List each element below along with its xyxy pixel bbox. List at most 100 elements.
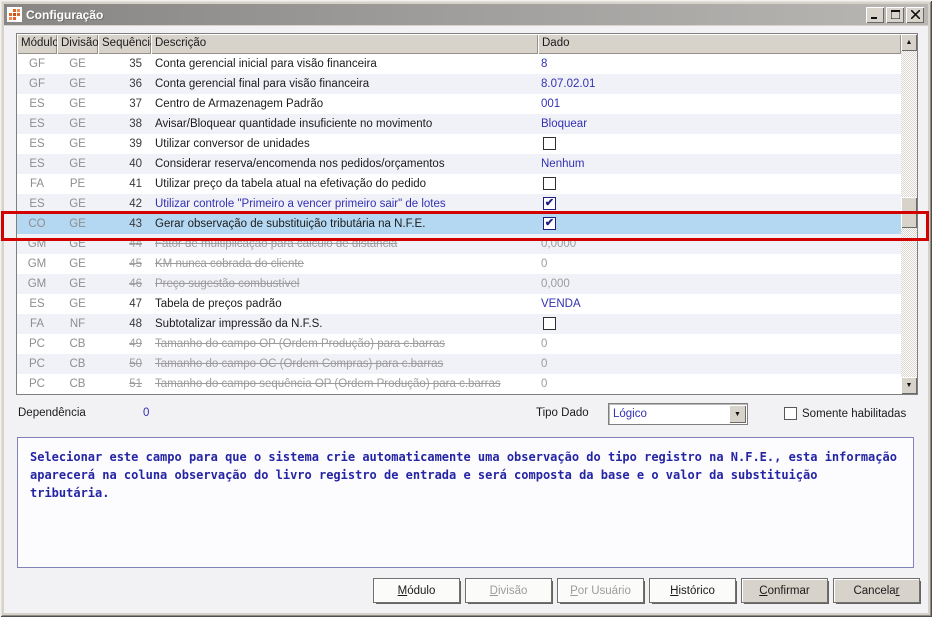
cell-divisao: PE xyxy=(69,178,86,190)
modulo-button[interactable]: Módulo xyxy=(373,578,460,603)
minimize-icon[interactable] xyxy=(866,6,884,23)
cell-dado: 0,000 xyxy=(541,278,570,290)
somente-habilitadas-checkbox[interactable] xyxy=(784,407,797,420)
table-row-44[interactable]: GM GE 44 Fator de multiplicação para cálcul… xyxy=(17,234,901,254)
info-text: Selecionar este campo para que o sistema… xyxy=(30,450,897,500)
cell-divisao: CB xyxy=(69,378,86,390)
cell-dado: Nenhum xyxy=(541,158,585,170)
tipo-dado-value: Lógico xyxy=(613,408,647,420)
cell-modulo: CO xyxy=(28,218,46,230)
table-row-41[interactable]: FA PE 41 Utilizar preço da tabela atual na … xyxy=(17,174,901,194)
dependencia-value: 0 xyxy=(143,407,150,419)
scroll-up-icon[interactable]: ▲ xyxy=(901,34,917,51)
somente-habilitadas-label: Somente habilitadas xyxy=(802,408,907,420)
cell-divisao: GE xyxy=(69,298,86,310)
cell-sequencia: 38 xyxy=(129,118,142,130)
table-row-35[interactable]: GF GE 35 Conta gerencial inicial para visão… xyxy=(17,54,901,74)
cell-sequencia: 36 xyxy=(129,78,142,90)
column-header-sequencia[interactable]: Sequência xyxy=(98,34,151,54)
titlebar-buttons xyxy=(866,6,924,23)
cell-descricao: Conta gerencial inicial para visão finan… xyxy=(155,58,377,70)
historico-button[interactable]: Histórico xyxy=(649,578,736,603)
table-row-38[interactable]: ES GE 38 Avisar/Bloquear quantidade insufic… xyxy=(17,114,901,134)
maximize-icon[interactable] xyxy=(886,6,904,23)
cancelar-button[interactable]: Cancela r xyxy=(833,578,920,603)
window-title: Configuração xyxy=(26,7,104,22)
por-usuario-button[interactable]: Por Usuário xyxy=(557,578,644,603)
scroll-down-icon[interactable]: ▼ xyxy=(901,377,917,394)
cell-sequencia: 48 xyxy=(129,318,142,330)
column-header-divisao[interactable]: Divisão xyxy=(57,34,98,54)
unchecked-checkbox[interactable] xyxy=(543,317,556,330)
cell-sequencia: 45 xyxy=(129,258,142,270)
configuracao-window: Configuração Módulo Divisão Sequência Descr… xyxy=(0,0,932,617)
cell-descricao: Utilizar preço da tabela atual na efetiv… xyxy=(155,178,427,190)
cell-divisao: GE xyxy=(69,58,86,70)
cell-dado xyxy=(538,174,901,194)
table-row-42[interactable]: ES GE 42 Utilizar controle "Primeiro a venc… xyxy=(17,194,901,214)
column-header-dado[interactable]: Dado xyxy=(538,34,901,54)
vertical-scrollbar[interactable]: ▲ ▼ xyxy=(901,34,917,394)
checked-checkbox[interactable]: ✔ xyxy=(543,217,556,230)
cell-descricao: Conta gerencial final para visão finance… xyxy=(155,78,370,90)
cell-modulo: FA xyxy=(29,178,45,190)
cell-sequencia: 39 xyxy=(129,138,142,150)
table-row-37[interactable]: ES GE 37 Centro de Armazenagem Padrão 001 xyxy=(17,94,901,114)
column-header-modulo[interactable]: Módulo xyxy=(17,34,57,54)
column-header-descricao[interactable]: Descrição xyxy=(151,34,538,54)
cell-dado: ✔ xyxy=(538,214,901,234)
chevron-down-icon[interactable]: ▼ xyxy=(729,405,746,423)
cell-divisao: GE xyxy=(69,218,86,230)
cell-sequencia: 42 xyxy=(129,198,142,210)
cell-modulo: GF xyxy=(29,78,45,90)
scrollbar-thumb[interactable] xyxy=(901,197,917,228)
tipo-dado-label: Tipo Dado xyxy=(536,407,589,419)
cell-dado: 0 xyxy=(541,378,548,390)
table-row-51[interactable]: PC CB 51 Tamanho do campo sequência OP (Ord… xyxy=(17,374,901,394)
cell-sequencia: 44 xyxy=(129,238,142,250)
table-row-40[interactable]: ES GE 40 Considerar reserva/encomenda nos p… xyxy=(17,154,901,174)
cell-divisao: GE xyxy=(69,238,86,250)
cell-modulo: ES xyxy=(29,138,45,150)
table-row-46[interactable]: GM GE 46 Preço sugestão combustível 0,000 xyxy=(17,274,901,294)
divisao-button[interactable]: Divisão xyxy=(465,578,552,603)
table-row-50[interactable]: PC CB 50 Tamanho do campo OC (Ordem Compras… xyxy=(17,354,901,374)
cell-descricao: Considerar reserva/encomenda nos pedidos… xyxy=(155,158,445,170)
checked-checkbox[interactable]: ✔ xyxy=(543,197,556,210)
unchecked-checkbox[interactable] xyxy=(543,137,556,150)
dependencia-label: Dependência xyxy=(18,407,86,419)
close-icon[interactable] xyxy=(906,6,924,23)
cell-divisao: GE xyxy=(69,138,86,150)
cell-dado: ✔ xyxy=(538,194,901,214)
unchecked-checkbox[interactable] xyxy=(543,177,556,190)
cell-modulo: GM xyxy=(27,238,47,250)
tipo-dado-select[interactable]: Lógico ▼ xyxy=(608,403,748,425)
cell-modulo: ES xyxy=(29,98,45,110)
table-row-49[interactable]: PC CB 49 Tamanho do campo OP (Ordem Produçã… xyxy=(17,334,901,354)
cell-sequencia: 47 xyxy=(129,298,142,310)
cell-modulo: FA xyxy=(29,318,45,330)
cell-divisao: CB xyxy=(69,358,86,370)
cell-modulo: ES xyxy=(29,298,45,310)
client-area: Módulo Divisão Sequência Descrição Dado GF GE… xyxy=(4,26,928,613)
cell-modulo: GM xyxy=(27,278,47,290)
cell-sequencia: 40 xyxy=(129,158,142,170)
confirmar-button[interactable]: Confirmar xyxy=(741,578,828,603)
table-row-47[interactable]: ES GE 47 Tabela de preços padrão VENDA xyxy=(17,294,901,314)
cell-divisao: GE xyxy=(69,78,86,90)
cell-sequencia: 46 xyxy=(129,278,142,290)
cell-descricao: Fator de multiplicação para cálculo de d… xyxy=(155,238,398,250)
table-row-43[interactable]: CO GE 43 Gerar observação de substituição t… xyxy=(17,214,901,234)
table-row-36[interactable]: GF GE 36 Conta gerencial final para visão f… xyxy=(17,74,901,94)
cell-descricao: Preço sugestão combustível xyxy=(155,278,300,290)
cell-modulo: PC xyxy=(29,338,45,350)
table-row-48[interactable]: FA NF 48 Subtotalizar impressão da N.F.S. xyxy=(17,314,901,334)
cell-dado: 0 xyxy=(541,358,548,370)
table-row-45[interactable]: GM GE 45 KM nunca cobrada do cliente 0 xyxy=(17,254,901,274)
table-row-39[interactable]: ES GE 39 Utilizar conversor de unidades xyxy=(17,134,901,154)
cell-descricao: Gerar observação de substituição tributá… xyxy=(155,218,426,230)
titlebar[interactable]: Configuração xyxy=(4,4,928,25)
cell-dado: 0 xyxy=(541,258,548,270)
cell-sequencia: 43 xyxy=(129,218,142,230)
cell-descricao: Tamanho do campo OC (Ordem Compras) para… xyxy=(155,358,444,370)
